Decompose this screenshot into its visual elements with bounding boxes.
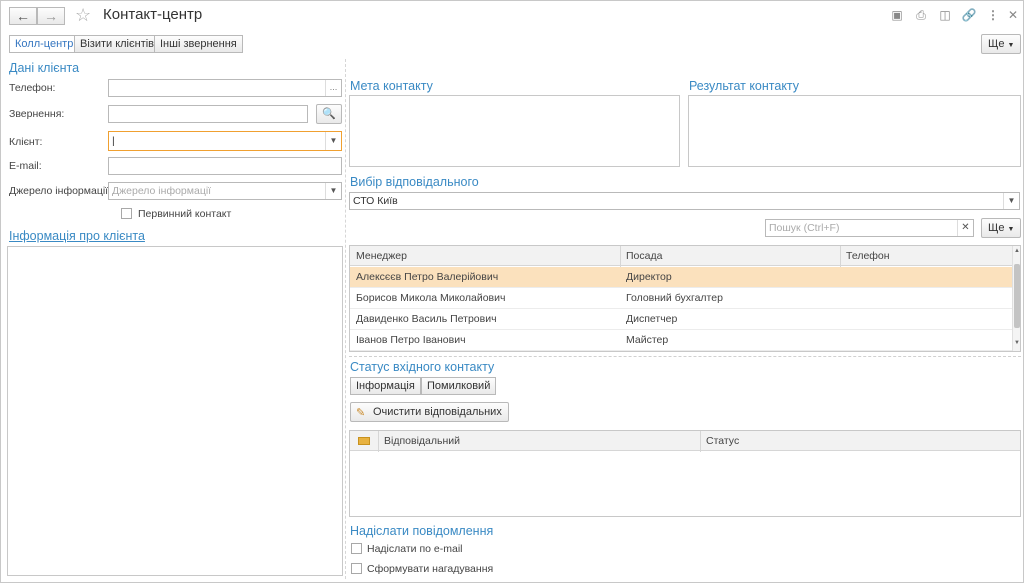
contact-goal-textarea[interactable]: [349, 95, 680, 167]
first-contact-label: Первинний контакт: [138, 208, 232, 220]
tab-call-center[interactable]: Колл-центр: [9, 35, 80, 53]
clear-responsible-button[interactable]: ✎ Очистити відповідальних: [350, 402, 509, 422]
eraser-icon: ✎: [356, 407, 366, 419]
arrow-left-icon: ←: [16, 8, 30, 24]
email-input[interactable]: [108, 157, 342, 175]
clear-responsible-label: Очистити відповідальних: [373, 406, 502, 418]
column-header-phone[interactable]: Телефон: [840, 246, 890, 266]
contact-result-textarea[interactable]: [688, 95, 1021, 167]
column-header-manager[interactable]: Менеджер: [350, 246, 407, 266]
close-icon[interactable]: ✕: [1005, 8, 1021, 22]
chevron-down-icon[interactable]: ▼: [1003, 193, 1019, 209]
ellipsis-icon[interactable]: …: [325, 80, 341, 96]
source-placeholder: Джерело інформації: [112, 185, 212, 197]
search-input[interactable]: Пошук (Ctrl+F) ✕: [765, 219, 974, 237]
position-cell: Директор: [626, 271, 672, 283]
contact-result-title: Результат контакту: [689, 79, 800, 93]
table-row[interactable]: Іванов Петро Іванович Майстер: [350, 330, 1012, 351]
client-value: |: [112, 135, 115, 147]
search-icon: 🔍: [322, 108, 336, 120]
status-title: Статус вхідного контакту: [350, 360, 495, 374]
menu-dots-icon[interactable]: ⋮: [985, 8, 1001, 22]
manager-cell: Борисов Микола Миколайович: [356, 292, 506, 304]
back-button[interactable]: ←: [9, 7, 37, 25]
phone-input[interactable]: …: [108, 79, 342, 97]
position-cell: Головний бухгалтер: [626, 292, 723, 304]
chevron-down-icon: ▼: [1007, 226, 1015, 233]
favorite-star-icon[interactable]: ☆: [75, 5, 91, 26]
status-table-header: Відповідальний Статус: [350, 431, 1020, 451]
managers-table-header: Менеджер Посада Телефон: [350, 246, 1012, 266]
manager-cell: Давиденко Василь Петрович: [356, 313, 497, 325]
preview-icon[interactable]: ◫: [937, 8, 953, 22]
client-info-title[interactable]: Інформація про клієнта: [9, 229, 145, 243]
save-icon[interactable]: ▣: [889, 8, 905, 22]
clear-icon[interactable]: ✕: [957, 220, 973, 236]
print-icon[interactable]: ⎙: [913, 8, 929, 22]
position-cell: Диспетчер: [626, 313, 678, 325]
column-header-status[interactable]: Статус: [700, 431, 739, 451]
phone-label: Телефон:: [9, 82, 56, 94]
responsible-title: Вибір відповідального: [350, 175, 479, 189]
email-label: E-mail:: [9, 160, 42, 172]
first-contact-checkbox[interactable]: [121, 208, 132, 219]
link-icon[interactable]: 🔗: [961, 8, 977, 22]
send-email-label: Надіслати по e-mail: [367, 543, 463, 555]
create-reminder-label: Сформувати нагадування: [367, 563, 494, 575]
request-input[interactable]: [108, 105, 308, 123]
client-input[interactable]: | ▼: [108, 131, 342, 151]
responsible-selected-value: СТО Київ: [353, 195, 398, 207]
responsible-select[interactable]: СТО Київ ▼: [349, 192, 1020, 210]
contact-goal-title: Мета контакту: [350, 79, 433, 93]
column-header-position[interactable]: Посада: [620, 246, 662, 266]
scroll-up-icon[interactable]: ▲: [1013, 248, 1020, 254]
table-row[interactable]: Алексєєв Петро Валерійович Директор: [350, 267, 1012, 288]
tab-client-visits[interactable]: Візити клієнтів: [74, 35, 161, 53]
managers-table: Менеджер Посада Телефон Алексєєв Петро В…: [349, 245, 1021, 352]
client-info-panel: [7, 246, 343, 576]
more-button-label: Ще: [988, 38, 1005, 50]
scroll-down-icon[interactable]: ▼: [1013, 340, 1020, 346]
section-divider: [349, 356, 1021, 357]
grid-more-button[interactable]: Ще ▼: [981, 218, 1022, 238]
scrollbar-thumb[interactable]: [1014, 264, 1020, 328]
request-label: Звернення:: [9, 108, 65, 120]
chevron-down-icon[interactable]: ▼: [325, 132, 341, 150]
window-title: Контакт-центр: [103, 6, 203, 23]
contact-center-window: ← → ☆ Контакт-центр ▣ ⎙ ◫ 🔗 ⋮ ✕ Колл-цен…: [0, 0, 1024, 583]
more-button[interactable]: Ще ▼: [981, 34, 1022, 54]
arrow-right-icon: →: [44, 8, 58, 24]
managers-scrollbar[interactable]: ▲ ▼: [1012, 246, 1020, 351]
create-reminder-checkbox[interactable]: [351, 563, 362, 574]
tab-other-requests[interactable]: Інші звернення: [154, 35, 243, 53]
position-cell: Майстер: [626, 334, 669, 346]
source-label: Джерело інформації:: [9, 185, 111, 197]
table-row[interactable]: Давиденко Василь Петрович Диспетчер: [350, 309, 1012, 330]
table-row[interactable]: Борисов Микола Миколайович Головний бухг…: [350, 288, 1012, 309]
chevron-down-icon: ▼: [1007, 42, 1015, 49]
request-search-button[interactable]: 🔍: [316, 104, 342, 124]
forward-button[interactable]: →: [37, 7, 65, 25]
send-email-checkbox[interactable]: [351, 543, 362, 554]
column-header-responsible[interactable]: Відповідальний: [378, 431, 460, 451]
column-divider: [345, 59, 346, 579]
client-label: Клієнт:: [9, 136, 43, 148]
tab-status-info[interactable]: Інформація: [350, 377, 421, 395]
manager-cell: Алексєєв Петро Валерійович: [356, 271, 499, 283]
notify-title: Надіслати повідомлення: [350, 524, 494, 538]
tab-status-error[interactable]: Помилковий: [421, 377, 497, 395]
search-placeholder: Пошук (Ctrl+F): [769, 222, 840, 234]
envelope-icon: [358, 437, 370, 445]
grid-more-label: Ще: [988, 222, 1005, 234]
source-input[interactable]: Джерело інформації ▼: [108, 182, 342, 200]
chevron-down-icon[interactable]: ▼: [325, 183, 341, 199]
manager-cell: Іванов Петро Іванович: [356, 334, 466, 346]
client-data-title: Дані клієнта: [9, 61, 80, 75]
responsible-status-table: Відповідальний Статус: [349, 430, 1021, 517]
